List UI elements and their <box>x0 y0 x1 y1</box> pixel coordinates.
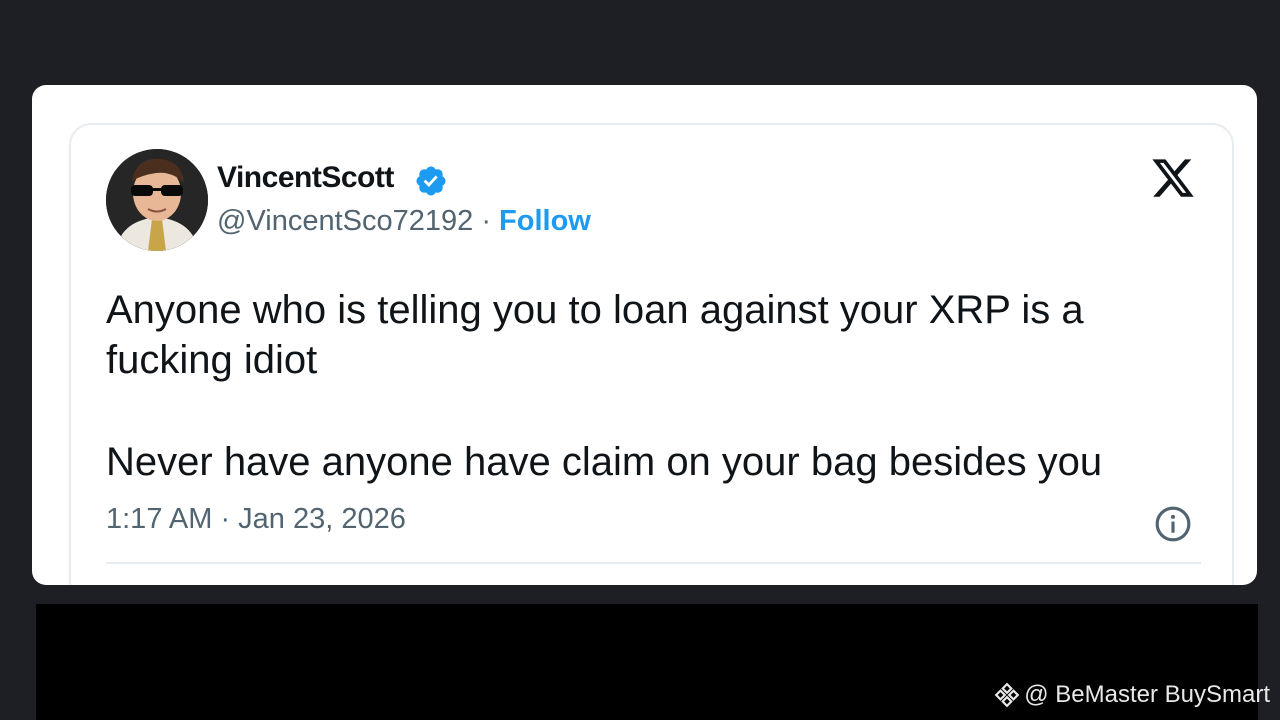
user-handle[interactable]: @VincentSco72192 <box>217 205 473 237</box>
divider <box>106 562 1201 564</box>
tweet-paragraph: Anyone who is telling you to loan agains… <box>106 288 1084 382</box>
tweet-paragraph: Never have anyone have claim on your bag… <box>106 440 1103 484</box>
x-logo-icon[interactable] <box>1149 155 1197 201</box>
separator-dot: · <box>473 205 500 237</box>
tweet-timestamp[interactable]: 1:17 AM · Jan 23, 2026 <box>106 503 406 536</box>
info-icon[interactable] <box>1154 505 1192 543</box>
binance-diamond-icon <box>994 682 1020 708</box>
tweet-screenshot-card: VincentScott @VincentSco72192 · Follow A… <box>32 85 1257 585</box>
watermark: @ BeMaster BuySmart <box>994 680 1270 710</box>
display-name[interactable]: VincentScott <box>217 161 394 195</box>
tweet-text: Anyone who is telling you to loan agains… <box>106 285 1216 487</box>
embedded-tweet: VincentScott @VincentSco72192 · Follow A… <box>69 123 1234 585</box>
follow-button[interactable]: Follow <box>499 205 591 237</box>
watermark-text: @ BeMaster BuySmart <box>1024 681 1270 708</box>
handle-row: @VincentSco72192 · Follow <box>217 205 591 238</box>
avatar-image <box>106 149 208 251</box>
avatar[interactable] <box>106 149 208 251</box>
verified-badge-icon <box>416 166 446 196</box>
